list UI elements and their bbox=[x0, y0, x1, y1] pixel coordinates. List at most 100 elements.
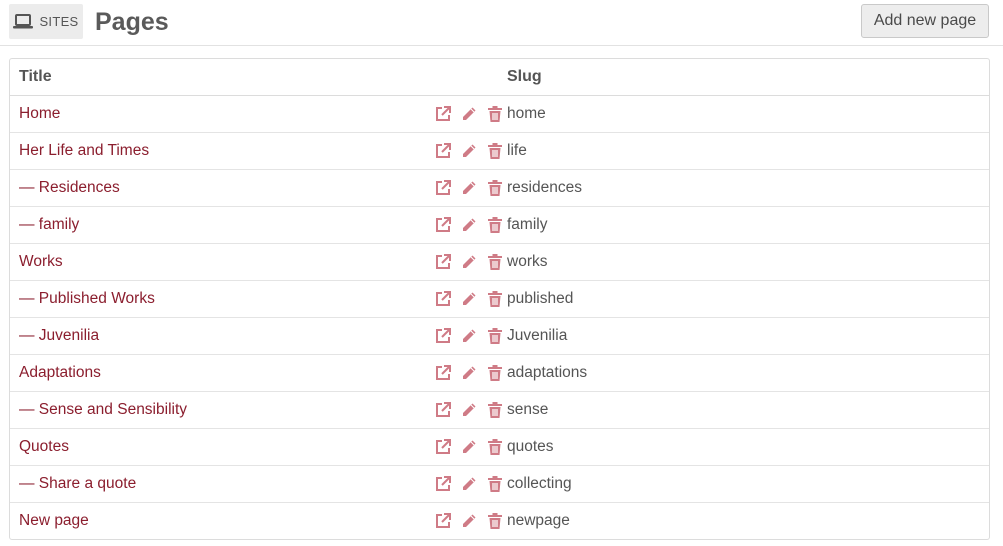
page-title-link[interactable]: — Published Works bbox=[19, 290, 155, 307]
external-link-icon bbox=[434, 216, 452, 234]
edit-page-button[interactable] bbox=[460, 253, 478, 271]
pencil-icon bbox=[460, 253, 478, 271]
external-link-icon bbox=[434, 253, 452, 271]
edit-page-button[interactable] bbox=[460, 364, 478, 382]
slug-cell: newpage bbox=[507, 512, 570, 529]
sites-label: SITES bbox=[39, 14, 79, 29]
sites-button[interactable]: SITES bbox=[9, 4, 83, 39]
edit-page-button[interactable] bbox=[460, 142, 478, 160]
page-title-link[interactable]: — Juvenilia bbox=[19, 327, 99, 344]
table-row: Quotes quotes bbox=[10, 428, 989, 466]
top-bar: SITES Pages Add new page bbox=[0, 0, 1003, 46]
edit-page-button[interactable] bbox=[460, 401, 478, 419]
title-cell: Works bbox=[10, 243, 424, 281]
edit-page-button[interactable] bbox=[460, 179, 478, 197]
page-title-link[interactable]: Her Life and Times bbox=[19, 142, 149, 159]
actions-cell bbox=[424, 465, 507, 503]
actions-cell bbox=[424, 243, 507, 281]
delete-page-button[interactable] bbox=[486, 179, 504, 197]
table-header-row: Title Slug bbox=[10, 59, 989, 96]
delete-page-button[interactable] bbox=[486, 475, 504, 493]
actions-cell bbox=[424, 503, 507, 540]
view-page-button[interactable] bbox=[434, 105, 452, 123]
delete-page-button[interactable] bbox=[486, 438, 504, 456]
view-page-button[interactable] bbox=[434, 253, 452, 271]
view-page-button[interactable] bbox=[434, 327, 452, 345]
external-link-icon bbox=[434, 438, 452, 456]
delete-page-button[interactable] bbox=[486, 253, 504, 271]
page-title-link[interactable]: — Share a quote bbox=[19, 475, 136, 492]
delete-page-button[interactable] bbox=[486, 105, 504, 123]
view-page-button[interactable] bbox=[434, 475, 452, 493]
edit-page-button[interactable] bbox=[460, 327, 478, 345]
view-page-button[interactable] bbox=[434, 216, 452, 234]
table-row: New page newpage bbox=[10, 503, 989, 540]
page-title-link[interactable]: — family bbox=[19, 216, 79, 233]
view-page-button[interactable] bbox=[434, 290, 452, 308]
actions-cell bbox=[424, 428, 507, 466]
view-page-button[interactable] bbox=[434, 401, 452, 419]
external-link-icon bbox=[434, 105, 452, 123]
view-page-button[interactable] bbox=[434, 512, 452, 530]
row-actions bbox=[424, 253, 507, 271]
pencil-icon bbox=[460, 179, 478, 197]
add-new-page-button[interactable]: Add new page bbox=[861, 4, 989, 38]
delete-page-button[interactable] bbox=[486, 142, 504, 160]
page-title-link[interactable]: Adaptations bbox=[19, 364, 101, 381]
row-actions bbox=[424, 401, 507, 419]
row-actions bbox=[424, 290, 507, 308]
view-page-button[interactable] bbox=[434, 142, 452, 160]
edit-page-button[interactable] bbox=[460, 438, 478, 456]
slug-cell: published bbox=[507, 280, 989, 318]
pencil-icon bbox=[460, 290, 478, 308]
trash-icon bbox=[486, 105, 504, 123]
view-page-button[interactable] bbox=[434, 364, 452, 382]
trash-icon bbox=[486, 512, 504, 530]
delete-page-button[interactable] bbox=[486, 327, 504, 345]
table-row: Her Life and Times life bbox=[10, 132, 989, 170]
pencil-icon bbox=[460, 364, 478, 382]
row-actions bbox=[424, 327, 507, 345]
page-title-link[interactable]: — Sense and Sensibility bbox=[19, 401, 187, 418]
table-row: — Share a quote collecting bbox=[10, 465, 989, 503]
pencil-icon bbox=[460, 401, 478, 419]
page-title-link[interactable]: Home bbox=[19, 105, 60, 122]
page-title-link[interactable]: Quotes bbox=[19, 438, 69, 455]
table-row: Works works bbox=[10, 243, 989, 281]
slug-cell: works bbox=[507, 243, 989, 281]
view-page-button[interactable] bbox=[434, 179, 452, 197]
trash-icon bbox=[486, 216, 504, 234]
title-cell: — Sense and Sensibility bbox=[10, 391, 424, 429]
table-row: — Published Works published bbox=[10, 280, 989, 318]
trash-icon bbox=[486, 290, 504, 308]
delete-page-button[interactable] bbox=[486, 512, 504, 530]
edit-page-button[interactable] bbox=[460, 290, 478, 308]
page-title-link[interactable]: — Residences bbox=[19, 179, 120, 196]
actions-cell bbox=[424, 206, 507, 244]
table-row: Home home bbox=[10, 95, 989, 133]
title-cell: New page bbox=[10, 503, 424, 540]
view-page-button[interactable] bbox=[434, 438, 452, 456]
edit-page-button[interactable] bbox=[460, 475, 478, 493]
external-link-icon bbox=[434, 179, 452, 197]
delete-page-button[interactable] bbox=[486, 364, 504, 382]
external-link-icon bbox=[434, 142, 452, 160]
delete-page-button[interactable] bbox=[486, 401, 504, 419]
page-title-link[interactable]: New page bbox=[19, 512, 89, 529]
row-actions bbox=[424, 512, 507, 530]
row-actions bbox=[424, 216, 507, 234]
edit-page-button[interactable] bbox=[460, 512, 478, 530]
pencil-icon bbox=[460, 216, 478, 234]
external-link-icon bbox=[434, 512, 452, 530]
external-link-icon bbox=[434, 327, 452, 345]
actions-cell bbox=[424, 354, 507, 392]
table-row: — Juvenilia Juvenilia bbox=[10, 317, 989, 355]
title-cell: — Juvenilia bbox=[10, 317, 424, 355]
slug-cell: life bbox=[507, 132, 989, 170]
delete-page-button[interactable] bbox=[486, 290, 504, 308]
edit-page-button[interactable] bbox=[460, 216, 478, 234]
edit-page-button[interactable] bbox=[460, 105, 478, 123]
delete-page-button[interactable] bbox=[486, 216, 504, 234]
slug-cell: quotes bbox=[507, 428, 989, 466]
page-title-link[interactable]: Works bbox=[19, 253, 63, 270]
